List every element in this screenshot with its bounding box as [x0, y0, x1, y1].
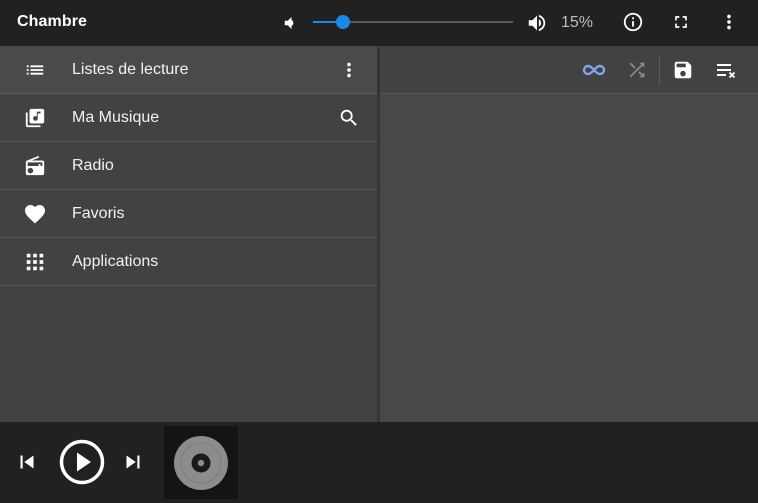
clear-queue-icon	[717, 64, 736, 79]
queue-toolbar	[380, 46, 758, 94]
info-icon	[623, 12, 643, 32]
player-controls-bar	[0, 422, 758, 503]
nav-item-label: Listes de lecture	[72, 61, 189, 78]
apps-grid-icon	[26, 253, 44, 271]
play-button[interactable]	[59, 439, 105, 485]
save-icon	[674, 61, 692, 79]
volume-up-button[interactable]	[525, 11, 549, 35]
radio-icon-wrap	[23, 154, 47, 178]
repeat-button[interactable]	[581, 58, 607, 82]
player-name-title: Chambre	[17, 13, 88, 30]
radio-icon	[25, 155, 45, 176]
more-vert-icon	[347, 62, 351, 78]
browse-pane: Listes de lecture Ma Musique Radio Favor…	[0, 46, 377, 422]
nav-item-my-music[interactable]: Ma Musique	[0, 94, 377, 142]
save-queue-button[interactable]	[671, 58, 695, 82]
skip-next-icon	[126, 455, 140, 469]
nav-item-playlists[interactable]: Listes de lecture	[0, 46, 377, 94]
apps-grid-icon-wrap	[23, 250, 47, 274]
heart-icon-wrap	[23, 202, 47, 226]
header-more-button[interactable]	[717, 10, 741, 34]
play-circle-icon	[59, 439, 105, 485]
toolbar-separator	[659, 56, 660, 84]
queue-pane	[380, 46, 758, 422]
volume-high-icon	[528, 14, 546, 32]
playlist-icon-wrap	[23, 58, 47, 82]
next-track-button[interactable]	[120, 449, 146, 475]
nav-item-label: Favoris	[72, 205, 125, 222]
more-vert-icon	[727, 14, 731, 30]
nav-item-label: Ma Musique	[72, 109, 160, 126]
playlist-icon	[26, 65, 44, 75]
search-button[interactable]	[337, 106, 361, 130]
vinyl-disc-icon	[174, 435, 228, 490]
shuffle-icon	[629, 62, 645, 78]
search-icon	[340, 109, 357, 126]
nav-item-applications[interactable]: Applications	[0, 238, 377, 286]
repeat-all-icon	[582, 64, 606, 76]
previous-track-button[interactable]	[14, 449, 40, 475]
album-art[interactable]	[164, 426, 238, 499]
top-bar: Chambre 15%	[0, 0, 758, 46]
fullscreen-button[interactable]	[669, 10, 693, 34]
nav-item-radio[interactable]: Radio	[0, 142, 377, 190]
volume-slider-thumb[interactable]	[336, 15, 350, 29]
fullscreen-icon	[675, 16, 687, 28]
info-button[interactable]	[621, 10, 645, 34]
library-music-icon-wrap	[23, 106, 47, 130]
nav-item-favorites[interactable]: Favoris	[0, 190, 377, 238]
skip-previous-icon	[20, 455, 34, 469]
heart-icon	[25, 205, 45, 224]
volume-down-button[interactable]	[279, 12, 301, 34]
volume-percent-label: 15%	[561, 14, 594, 31]
clear-queue-button[interactable]	[714, 58, 740, 82]
volume-low-icon	[284, 17, 294, 29]
library-music-icon	[25, 108, 45, 128]
volume-slider[interactable]	[313, 15, 513, 29]
playlists-more-button[interactable]	[337, 58, 361, 82]
nav-item-label: Radio	[72, 157, 114, 174]
shuffle-button[interactable]	[625, 58, 649, 82]
nav-item-label: Applications	[72, 253, 159, 270]
